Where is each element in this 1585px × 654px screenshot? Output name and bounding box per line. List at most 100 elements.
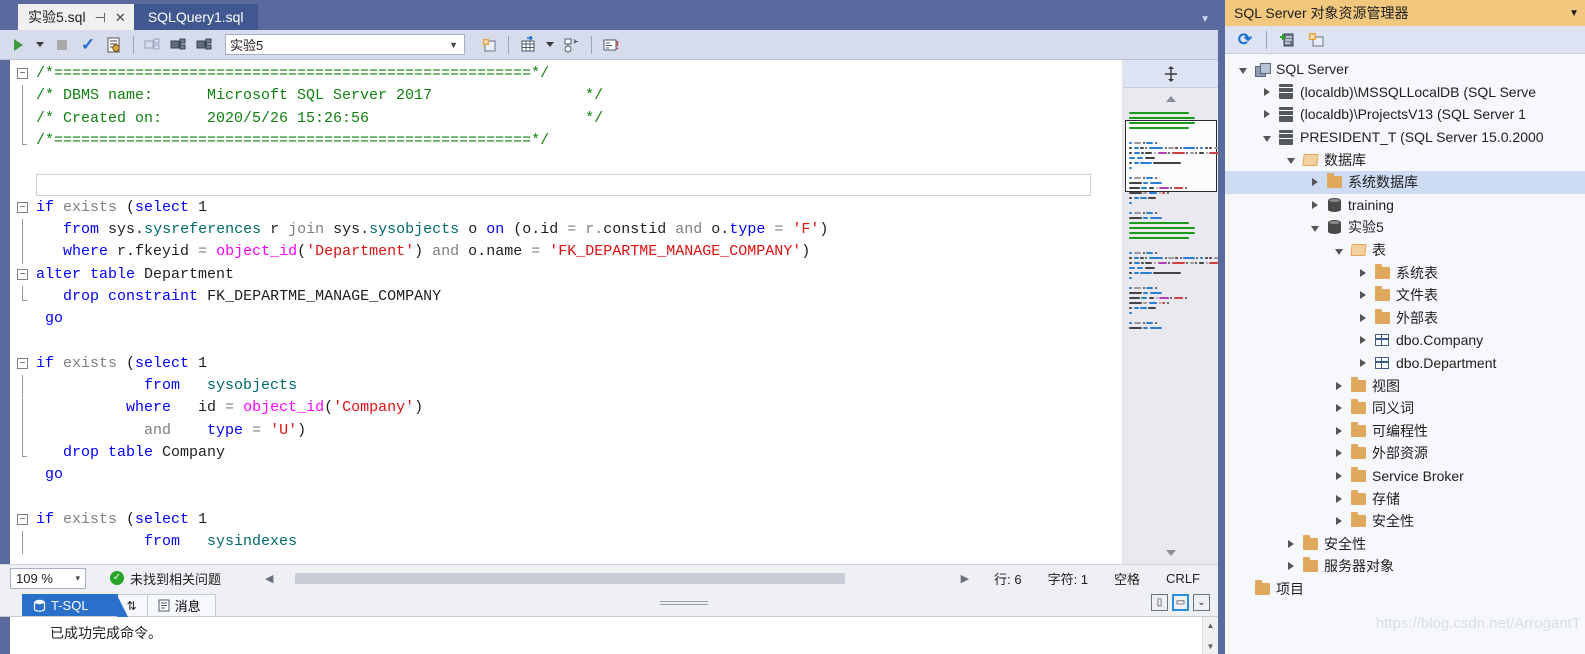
tab-messages[interactable]: 消息: [146, 594, 216, 617]
connect-icon[interactable]: [167, 33, 191, 57]
tree-node[interactable]: 表: [1225, 239, 1585, 262]
tree-node[interactable]: Service Broker: [1225, 465, 1585, 488]
caret-down-icon[interactable]: [542, 33, 558, 57]
tree-node[interactable]: 数据库: [1225, 148, 1585, 171]
tree-node[interactable]: dbo.Company: [1225, 329, 1585, 352]
horizontal-scrollbar[interactable]: ◀ ▶: [261, 570, 973, 586]
tree-node[interactable]: dbo.Department: [1225, 352, 1585, 375]
tree-node[interactable]: 可编程性: [1225, 420, 1585, 443]
check-icon[interactable]: ✓: [76, 33, 100, 57]
tab-tsql[interactable]: T-SQL: [22, 594, 128, 618]
scroll-left-icon[interactable]: ◀: [261, 572, 277, 585]
zoom-level-selector[interactable]: 109 % ▾: [10, 567, 86, 589]
collapsed-arrow-icon[interactable]: [1355, 291, 1371, 300]
collapsed-arrow-icon[interactable]: [1331, 471, 1347, 480]
grid-plan-icon[interactable]: [516, 33, 540, 57]
tree-node[interactable]: PRESIDENT_T (SQL Server 15.0.2000: [1225, 126, 1585, 149]
tree-node[interactable]: 系统数据库: [1225, 170, 1585, 194]
tree-node[interactable]: 安全性: [1225, 510, 1585, 533]
collapsed-arrow-icon[interactable]: [1259, 87, 1275, 96]
collapsed-arrow-icon[interactable]: [1355, 359, 1371, 368]
code-text[interactable]: /*======================================…: [36, 60, 1122, 565]
fold-toggle-icon[interactable]: −: [17, 514, 28, 525]
object-explorer-tree[interactable]: SQL Server (localdb)\MSSQLLocalDB (SQL Se…: [1225, 54, 1585, 654]
expanded-arrow-icon[interactable]: [1331, 246, 1347, 255]
new-query-window-icon[interactable]: [1304, 28, 1328, 52]
document-tab-sqlquery1[interactable]: SQLQuery1.sql: [133, 4, 258, 30]
database-combo[interactable]: 实验5 ▼: [225, 34, 465, 55]
collapsed-arrow-icon[interactable]: [1307, 178, 1323, 187]
refresh-icon[interactable]: ⟳: [1233, 28, 1257, 52]
tree-node[interactable]: 外部资源: [1225, 442, 1585, 465]
results-to-text-icon[interactable]: [599, 33, 623, 57]
debug-script-icon[interactable]: [102, 33, 126, 57]
collapsed-arrow-icon[interactable]: [1331, 426, 1347, 435]
scroll-right-icon[interactable]: ▶: [957, 572, 973, 585]
collapsed-arrow-icon[interactable]: [1283, 562, 1299, 571]
collapsed-arrow-icon[interactable]: [1331, 449, 1347, 458]
caret-down-icon[interactable]: ▼: [449, 40, 458, 50]
disconnect-icon[interactable]: [141, 33, 165, 57]
panel-resize-handle[interactable]: [660, 601, 708, 606]
split-horizontal-icon[interactable]: ▭: [1172, 594, 1189, 612]
fold-toggle-icon[interactable]: −: [17, 357, 28, 369]
scroll-up-icon[interactable]: ▲: [1203, 617, 1218, 633]
tree-node[interactable]: 存储: [1225, 487, 1585, 510]
split-vertical-icon[interactable]: ▯: [1151, 594, 1168, 612]
close-icon[interactable]: ✕: [115, 11, 126, 24]
scroll-thumb[interactable]: [295, 572, 846, 584]
pin-icon[interactable]: ⊣: [95, 11, 106, 24]
tree-node[interactable]: 服务器对象: [1225, 555, 1585, 578]
chevron-down-icon[interactable]: ▼: [1200, 14, 1210, 25]
tree-node[interactable]: 实验5: [1225, 216, 1585, 239]
tree-node[interactable]: training: [1225, 194, 1585, 217]
caret-down-icon[interactable]: [32, 33, 48, 57]
change-connection-icon[interactable]: [193, 33, 217, 57]
tree-node[interactable]: 项目: [1225, 578, 1585, 601]
new-query-icon[interactable]: [477, 33, 501, 57]
minimap-column[interactable]: [1122, 60, 1218, 565]
tree-node[interactable]: 文件表: [1225, 284, 1585, 307]
collapsed-arrow-icon[interactable]: [1331, 517, 1347, 526]
document-tab-active[interactable]: 实验5.sql ⊣ ✕: [18, 4, 134, 30]
tree-node[interactable]: 同义词: [1225, 397, 1585, 420]
caret-down-icon[interactable]: ▾: [75, 573, 80, 584]
collapsed-arrow-icon[interactable]: [1259, 110, 1275, 119]
code-editor[interactable]: − − − − − /*================================…: [0, 60, 1218, 565]
fold-toggle-icon[interactable]: −: [17, 201, 28, 213]
expanded-arrow-icon[interactable]: [1259, 133, 1275, 142]
expanded-arrow-icon[interactable]: [1235, 65, 1251, 74]
collapsed-arrow-icon[interactable]: [1355, 313, 1371, 322]
tree-node[interactable]: (localdb)\MSSQLLocalDB (SQL Serve: [1225, 81, 1585, 104]
fold-toggle-icon[interactable]: −: [17, 268, 28, 280]
collapsed-arrow-icon[interactable]: [1331, 381, 1347, 390]
collapsed-arrow-icon[interactable]: [1355, 336, 1371, 345]
expanded-arrow-icon[interactable]: [1283, 155, 1299, 165]
tree-node[interactable]: 视图: [1225, 374, 1585, 397]
split-editor-icon[interactable]: [1123, 60, 1218, 88]
collapsed-arrow-icon[interactable]: [1283, 539, 1299, 548]
maximize-panel-icon[interactable]: ⌄: [1193, 594, 1210, 612]
minimap-preview[interactable]: [1123, 110, 1218, 542]
tree-node[interactable]: (localdb)\ProjectsV13 (SQL Server 1: [1225, 103, 1585, 126]
scroll-track[interactable]: [277, 570, 957, 586]
estimated-plan-icon[interactable]: [560, 33, 584, 57]
collapsed-arrow-icon[interactable]: [1355, 268, 1371, 277]
tree-node[interactable]: SQL Server: [1225, 58, 1585, 81]
collapsed-arrow-icon[interactable]: [1331, 494, 1347, 503]
caret-down-icon[interactable]: ▼: [1569, 8, 1579, 19]
add-sql-server-icon[interactable]: [1276, 28, 1300, 52]
collapsed-arrow-icon[interactable]: [1331, 404, 1347, 413]
play-icon[interactable]: [6, 33, 30, 57]
scroll-down-icon[interactable]: ▼: [1203, 638, 1218, 654]
collapsed-arrow-icon[interactable]: [1307, 200, 1323, 209]
scroll-down-icon[interactable]: [1123, 542, 1218, 565]
fold-toggle-icon[interactable]: −: [17, 68, 28, 79]
expanded-arrow-icon[interactable]: [1307, 223, 1323, 232]
scroll-up-icon[interactable]: [1123, 88, 1218, 110]
messages-panel[interactable]: 已成功完成命令。 ▲ ▼: [0, 617, 1218, 654]
stop-icon[interactable]: [50, 33, 74, 57]
tree-node[interactable]: 外部表: [1225, 307, 1585, 330]
messages-scrollbar[interactable]: ▲ ▼: [1202, 617, 1218, 654]
tree-node[interactable]: 系统表: [1225, 261, 1585, 284]
